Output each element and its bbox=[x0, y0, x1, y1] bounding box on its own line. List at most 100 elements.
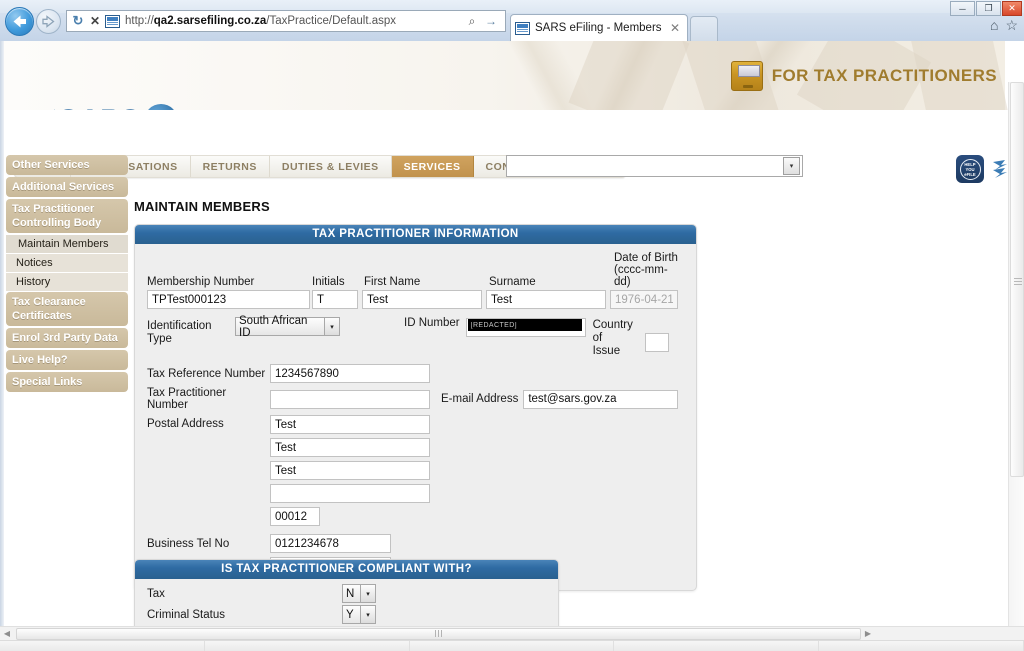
help-badge-line3: eFILE bbox=[964, 172, 975, 177]
chevron-down-icon[interactable]: ▾ bbox=[324, 318, 339, 335]
go-arrow-icon[interactable]: → bbox=[484, 14, 498, 28]
stop-icon[interactable]: ✕ bbox=[88, 14, 102, 28]
sidebar-item-special-links[interactable]: Special Links bbox=[6, 372, 128, 392]
taskbar-cell bbox=[205, 641, 410, 651]
label-date-of-birth-format: (cccc-mm-dd) bbox=[614, 264, 684, 288]
sidebar-item-additional-services[interactable]: Additional Services bbox=[6, 177, 128, 197]
help-you-efile-badge[interactable]: HELP YOU eFILE bbox=[956, 155, 984, 183]
url-domain: qa2.sarsefiling.co.za bbox=[154, 15, 267, 27]
tab-favicon-icon bbox=[515, 22, 530, 35]
panel-header-practitioner: TAX PRACTITIONER INFORMATION bbox=[135, 225, 696, 244]
sidebar-item-enrol-3rd-party-data[interactable]: Enrol 3rd Party Data bbox=[6, 328, 128, 348]
sidebar-subitem-maintain-members[interactable]: Maintain Members bbox=[6, 235, 128, 253]
vertical-scrollbar[interactable]: ▼ bbox=[1008, 82, 1024, 638]
scroll-right-arrow-icon[interactable]: ▶ bbox=[861, 629, 875, 638]
label-initials: Initials bbox=[312, 276, 364, 288]
browser-chrome: ↻ ✕ http://qa2.sarsefiling.co.za/TaxPrac… bbox=[0, 0, 1024, 41]
back-arrow-icon bbox=[11, 14, 28, 29]
sidebar-item-other-services[interactable]: Other Services bbox=[6, 155, 128, 175]
page-viewport: SARS e FILING FOR TAX PRACTITIONERS USER… bbox=[0, 41, 1024, 638]
url-bar[interactable]: ↻ ✕ http://qa2.sarsefiling.co.za/TaxPrac… bbox=[66, 10, 506, 32]
postal-address-line-4-input[interactable] bbox=[270, 484, 430, 503]
label-tax-practitioner-number: Tax Practitioner Number bbox=[147, 387, 270, 411]
compliance-label-criminal-status: Criminal Status bbox=[147, 609, 342, 621]
tax-reference-number-input[interactable] bbox=[270, 364, 430, 383]
main-content: MAINTAIN MEMBERS TAX PRACTITIONER INFORM… bbox=[134, 199, 734, 591]
nav-item-returns[interactable]: RETURNS bbox=[191, 156, 270, 177]
home-icon[interactable]: ⌂ bbox=[990, 18, 998, 32]
browser-back-button[interactable] bbox=[5, 7, 34, 36]
country-of-issue-input[interactable] bbox=[645, 333, 669, 352]
label-identification-type-2: Type bbox=[147, 333, 235, 346]
panel-header-compliance: IS TAX PRACTITIONER COMPLIANT WITH? bbox=[135, 560, 558, 579]
label-surname: Surname bbox=[489, 276, 614, 288]
sidebar-item-live-help[interactable]: Live Help? bbox=[6, 350, 128, 370]
new-tab-button[interactable] bbox=[690, 16, 718, 41]
window-controls: ─ ❐ ✕ bbox=[950, 1, 1022, 16]
id-number-redaction: [REDACTED] bbox=[468, 319, 582, 331]
taskbar-strip bbox=[0, 640, 1024, 651]
first-name-input[interactable] bbox=[362, 290, 482, 309]
identification-type-select[interactable]: South African ID ▾ bbox=[235, 317, 340, 336]
initials-input[interactable] bbox=[312, 290, 358, 309]
postal-address-line-2-input[interactable] bbox=[270, 438, 430, 457]
vertical-scrollbar-thumb[interactable] bbox=[1010, 82, 1024, 477]
url-path: /TaxPractice/Default.aspx bbox=[266, 15, 396, 27]
scroll-left-arrow-icon[interactable]: ◀ bbox=[0, 629, 14, 638]
sidebar-item-tax-practitioner-controlling-body[interactable]: Tax Practitioner Controlling Body bbox=[6, 199, 128, 233]
forward-arrow-icon bbox=[41, 15, 56, 28]
restore-button[interactable]: ❐ bbox=[976, 1, 1001, 16]
nav-search-dropdown-icon[interactable]: ▾ bbox=[783, 157, 800, 175]
taskbar-cell bbox=[614, 641, 819, 651]
compliance-row-criminal-status: Criminal StatusY▾ bbox=[147, 605, 546, 624]
postal-code-input[interactable] bbox=[270, 507, 320, 526]
business-tel-input[interactable] bbox=[270, 534, 391, 553]
taskbar-cell bbox=[0, 641, 205, 651]
nav-search-input[interactable] bbox=[507, 156, 783, 176]
minimize-button[interactable]: ─ bbox=[950, 1, 975, 16]
postal-address-line-3-input[interactable] bbox=[270, 461, 430, 480]
close-button[interactable]: ✕ bbox=[1002, 1, 1022, 16]
postal-address-line-1-input[interactable] bbox=[270, 415, 430, 434]
email-address-input[interactable] bbox=[523, 390, 678, 409]
sars-swoosh-icon bbox=[991, 158, 1009, 180]
label-postal-address: Postal Address bbox=[147, 415, 270, 430]
sidebar-subitem-history[interactable]: History bbox=[6, 273, 128, 291]
membership-number-input[interactable] bbox=[147, 290, 310, 309]
sidebar-item-tax-clearance-certificates[interactable]: Tax Clearance Certificates bbox=[6, 292, 128, 326]
tax-practitioner-number-input[interactable] bbox=[270, 390, 430, 409]
banner-tagline-group: FOR TAX PRACTITIONERS bbox=[731, 61, 997, 91]
sars-small-mark-icon[interactable] bbox=[991, 155, 1009, 183]
horizontal-scrollbar[interactable]: ◀ ▶ bbox=[0, 626, 1024, 640]
compliance-select-tax[interactable]: N▾ bbox=[342, 584, 376, 603]
browser-forward-button[interactable] bbox=[36, 9, 61, 34]
tab-close-icon[interactable]: ✕ bbox=[667, 21, 683, 35]
label-email-address: E-mail Address bbox=[441, 393, 518, 405]
taskbar-cell bbox=[410, 641, 615, 651]
chevron-down-icon[interactable]: ▾ bbox=[360, 585, 375, 602]
surname-input[interactable] bbox=[486, 290, 606, 309]
compliance-select-criminal-status[interactable]: Y▾ bbox=[342, 605, 376, 624]
nav-search-box[interactable]: ▾ bbox=[506, 155, 803, 177]
label-date-of-birth: Date of Birth bbox=[614, 252, 684, 264]
banner-tagline: FOR TAX PRACTITIONERS bbox=[772, 66, 997, 86]
browser-tab[interactable]: SARS eFiling - Members ✕ bbox=[510, 14, 688, 41]
site-favicon-icon bbox=[105, 15, 120, 28]
refresh-icon[interactable]: ↻ bbox=[71, 14, 85, 28]
label-id-number: ID Number bbox=[404, 317, 460, 329]
scrollbar-grip-icon bbox=[1014, 278, 1022, 285]
label-country-of-issue-2: Issue bbox=[593, 345, 645, 358]
label-first-name: First Name bbox=[364, 276, 489, 288]
chevron-down-icon[interactable]: ▾ bbox=[360, 606, 375, 623]
url-prefix: http:// bbox=[125, 15, 154, 27]
tab-title: SARS eFiling - Members bbox=[535, 22, 667, 34]
tab-strip: SARS eFiling - Members ✕ bbox=[510, 14, 810, 41]
sidebar-subitem-notices[interactable]: Notices bbox=[6, 254, 128, 272]
search-icon[interactable]: ⌕ bbox=[465, 14, 479, 28]
nav-item-services[interactable]: SERVICES bbox=[392, 156, 474, 177]
horizontal-scrollbar-thumb[interactable] bbox=[16, 628, 861, 640]
compliance-row-tax: TaxN▾ bbox=[147, 584, 546, 603]
favorites-star-icon[interactable]: ☆ bbox=[1005, 18, 1018, 32]
nav-item-duties-levies[interactable]: DUTIES & LEVIES bbox=[270, 156, 392, 177]
chrome-icons: ⌂ ☆ bbox=[990, 18, 1018, 32]
